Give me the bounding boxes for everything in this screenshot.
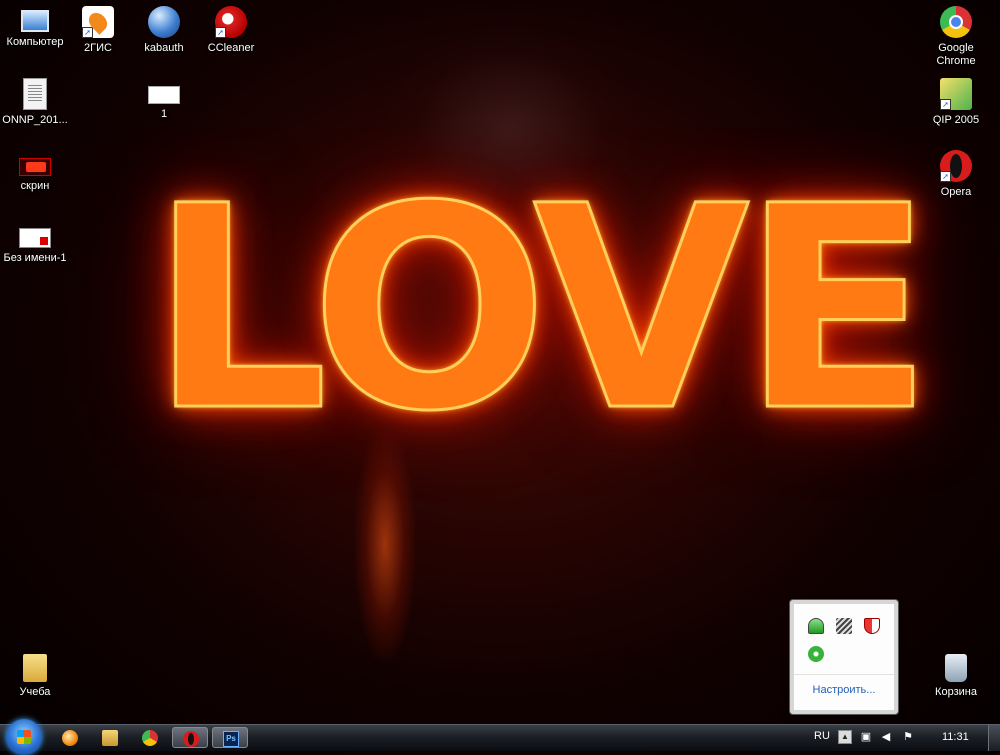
taskbar-photoshop-button[interactable]: Ps: [212, 727, 248, 748]
desktop-icon-label: CCleaner: [207, 42, 255, 54]
popup-divider: [794, 674, 894, 675]
desktop-icon-ccleaner[interactable]: ➚ CCleaner: [196, 6, 266, 55]
computer-icon: [21, 10, 49, 32]
desktop-icon-label: 1: [160, 108, 168, 120]
taskbar-explorer-button[interactable]: [92, 727, 128, 748]
show-desktop-button[interactable]: [988, 725, 1000, 751]
chrome-icon: [940, 6, 972, 38]
network-icon[interactable]: [808, 618, 824, 634]
clock[interactable]: 11:31: [942, 731, 969, 743]
explorer-icon: [102, 730, 118, 746]
image-file-icon: [148, 86, 180, 104]
clover-icon[interactable]: [808, 646, 824, 662]
shortcut-arrow-icon: ➚: [940, 99, 951, 110]
screenshot-file-icon: [19, 158, 51, 176]
shortcut-arrow-icon: ➚: [940, 171, 951, 182]
desktop-icon-label: Opera: [940, 186, 972, 198]
wallpaper-smoke: [380, 20, 640, 240]
shield-icon[interactable]: [864, 618, 880, 634]
desktop-icon-label: Корзина: [935, 686, 977, 698]
globe-icon: [148, 6, 180, 38]
language-indicator[interactable]: RU: [814, 730, 830, 742]
desktop-icon-label: QIP 2005: [932, 114, 980, 126]
taskbar-ccleaner-button[interactable]: [52, 727, 88, 748]
desktop-icon-label: ONNP_201...: [2, 114, 68, 126]
desktop-icon-ucheba[interactable]: Учеба: [0, 654, 70, 699]
chrome-icon: [142, 730, 158, 746]
opera-icon: ➚: [940, 150, 972, 182]
desktop-icon-2gis[interactable]: ➚ 2ГИС: [63, 6, 133, 55]
customize-link[interactable]: Настроить...: [794, 684, 894, 696]
desktop-icon-computer[interactable]: Компьютер: [0, 6, 70, 49]
desktop-icon-label: Google Chrome: [936, 42, 976, 67]
desktop-icon-qip[interactable]: ➚ QIP 2005: [921, 78, 991, 127]
2gis-icon: ➚: [82, 6, 114, 38]
desktop-icon-label: kabauth: [144, 42, 184, 54]
qip-icon: ➚: [940, 78, 972, 110]
shortcut-arrow-icon: ➚: [82, 27, 93, 38]
desktop-icon-label: скрин: [20, 180, 50, 192]
desktop-icon-google-chrome[interactable]: Google Chrome: [921, 6, 991, 68]
photoshop-icon: Ps: [223, 731, 239, 747]
desktop-icon-onnp-document[interactable]: ONNP_201...: [0, 78, 70, 127]
desktop-icon-opera[interactable]: ➚ Opera: [921, 150, 991, 199]
desktop-icon-recycle-bin[interactable]: Корзина: [921, 654, 991, 699]
wallpaper-flame-tail: [355, 430, 415, 660]
rss-icon[interactable]: [836, 618, 852, 634]
taskbar: Ps RU ▲ ▣ ◀ ⚑ 11:31: [0, 719, 1000, 755]
desktop-icon-label: Без имени-1: [3, 252, 67, 264]
desktop-icon-bez-imeni[interactable]: Без имени-1: [0, 222, 70, 265]
desktop-icon-skrin[interactable]: скрин: [0, 150, 70, 193]
desktop-icon-label: Компьютер: [6, 36, 64, 48]
shortcut-arrow-icon: ➚: [215, 27, 226, 38]
taskbar-opera-button[interactable]: [172, 727, 208, 748]
desktop-icon-label: 2ГИС: [84, 42, 112, 54]
desktop: LOVE Компьютер ➚ 2ГИС kabauth ➚ CCleaner…: [0, 0, 1000, 724]
network-icon[interactable]: ▣: [860, 731, 872, 743]
psd-file-icon: [19, 228, 51, 248]
taskbar-chrome-button[interactable]: [132, 727, 168, 748]
opera-icon: [183, 731, 199, 747]
desktop-icon-label: Учеба: [19, 686, 51, 698]
desktop-icon-file-1[interactable]: 1: [129, 78, 199, 121]
volume-icon[interactable]: ◀: [880, 731, 892, 743]
ccleaner-icon: [62, 730, 78, 746]
action-center-flag-icon[interactable]: ⚑: [902, 731, 914, 743]
desktop-icon-kabauth[interactable]: kabauth: [129, 6, 199, 55]
show-hidden-icons-arrow[interactable]: ▲: [838, 730, 852, 744]
document-icon: [23, 78, 47, 110]
folder-icon: [23, 654, 47, 682]
recycle-bin-icon: [945, 654, 967, 682]
ccleaner-icon: ➚: [215, 6, 247, 38]
tray-overflow-popup: Настроить...: [790, 600, 898, 714]
